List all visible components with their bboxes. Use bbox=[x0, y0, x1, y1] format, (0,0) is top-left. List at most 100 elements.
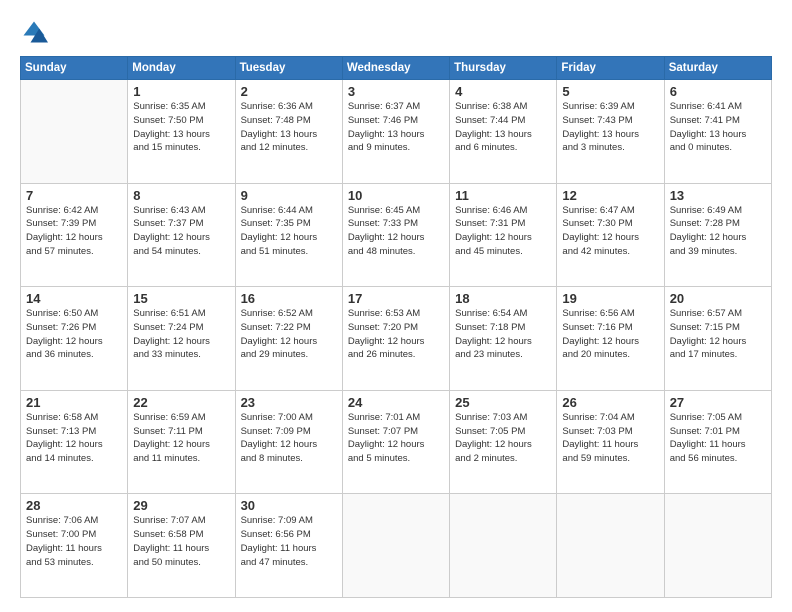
weekday-header-monday: Monday bbox=[128, 57, 235, 80]
day-number: 7 bbox=[26, 188, 122, 203]
day-cell: 23Sunrise: 7:00 AM Sunset: 7:09 PM Dayli… bbox=[235, 390, 342, 494]
logo-icon bbox=[20, 18, 48, 46]
day-info: Sunrise: 6:59 AM Sunset: 7:11 PM Dayligh… bbox=[133, 411, 229, 466]
day-info: Sunrise: 7:05 AM Sunset: 7:01 PM Dayligh… bbox=[670, 411, 766, 466]
day-cell: 18Sunrise: 6:54 AM Sunset: 7:18 PM Dayli… bbox=[450, 287, 557, 391]
day-info: Sunrise: 6:52 AM Sunset: 7:22 PM Dayligh… bbox=[241, 307, 337, 362]
day-number: 9 bbox=[241, 188, 337, 203]
day-number: 27 bbox=[670, 395, 766, 410]
day-cell: 14Sunrise: 6:50 AM Sunset: 7:26 PM Dayli… bbox=[21, 287, 128, 391]
day-cell bbox=[450, 494, 557, 598]
week-row-3: 14Sunrise: 6:50 AM Sunset: 7:26 PM Dayli… bbox=[21, 287, 772, 391]
day-cell: 30Sunrise: 7:09 AM Sunset: 6:56 PM Dayli… bbox=[235, 494, 342, 598]
day-info: Sunrise: 7:00 AM Sunset: 7:09 PM Dayligh… bbox=[241, 411, 337, 466]
day-info: Sunrise: 6:56 AM Sunset: 7:16 PM Dayligh… bbox=[562, 307, 658, 362]
day-cell bbox=[21, 80, 128, 184]
day-cell: 3Sunrise: 6:37 AM Sunset: 7:46 PM Daylig… bbox=[342, 80, 449, 184]
weekday-header-tuesday: Tuesday bbox=[235, 57, 342, 80]
day-info: Sunrise: 6:50 AM Sunset: 7:26 PM Dayligh… bbox=[26, 307, 122, 362]
day-info: Sunrise: 7:04 AM Sunset: 7:03 PM Dayligh… bbox=[562, 411, 658, 466]
day-info: Sunrise: 7:09 AM Sunset: 6:56 PM Dayligh… bbox=[241, 514, 337, 569]
weekday-header-thursday: Thursday bbox=[450, 57, 557, 80]
day-number: 22 bbox=[133, 395, 229, 410]
day-number: 20 bbox=[670, 291, 766, 306]
day-cell: 21Sunrise: 6:58 AM Sunset: 7:13 PM Dayli… bbox=[21, 390, 128, 494]
day-number: 15 bbox=[133, 291, 229, 306]
day-number: 14 bbox=[26, 291, 122, 306]
calendar: SundayMondayTuesdayWednesdayThursdayFrid… bbox=[20, 56, 772, 598]
day-number: 16 bbox=[241, 291, 337, 306]
day-number: 28 bbox=[26, 498, 122, 513]
day-cell: 19Sunrise: 6:56 AM Sunset: 7:16 PM Dayli… bbox=[557, 287, 664, 391]
day-info: Sunrise: 6:39 AM Sunset: 7:43 PM Dayligh… bbox=[562, 100, 658, 155]
day-cell: 2Sunrise: 6:36 AM Sunset: 7:48 PM Daylig… bbox=[235, 80, 342, 184]
day-cell: 22Sunrise: 6:59 AM Sunset: 7:11 PM Dayli… bbox=[128, 390, 235, 494]
weekday-header-saturday: Saturday bbox=[664, 57, 771, 80]
day-cell bbox=[342, 494, 449, 598]
header bbox=[20, 18, 772, 46]
day-info: Sunrise: 6:41 AM Sunset: 7:41 PM Dayligh… bbox=[670, 100, 766, 155]
day-cell: 1Sunrise: 6:35 AM Sunset: 7:50 PM Daylig… bbox=[128, 80, 235, 184]
day-info: Sunrise: 6:35 AM Sunset: 7:50 PM Dayligh… bbox=[133, 100, 229, 155]
day-cell: 16Sunrise: 6:52 AM Sunset: 7:22 PM Dayli… bbox=[235, 287, 342, 391]
week-row-5: 28Sunrise: 7:06 AM Sunset: 7:00 PM Dayli… bbox=[21, 494, 772, 598]
weekday-header-wednesday: Wednesday bbox=[342, 57, 449, 80]
day-number: 19 bbox=[562, 291, 658, 306]
day-info: Sunrise: 7:01 AM Sunset: 7:07 PM Dayligh… bbox=[348, 411, 444, 466]
day-cell: 13Sunrise: 6:49 AM Sunset: 7:28 PM Dayli… bbox=[664, 183, 771, 287]
day-info: Sunrise: 6:43 AM Sunset: 7:37 PM Dayligh… bbox=[133, 204, 229, 259]
day-info: Sunrise: 6:47 AM Sunset: 7:30 PM Dayligh… bbox=[562, 204, 658, 259]
day-cell: 20Sunrise: 6:57 AM Sunset: 7:15 PM Dayli… bbox=[664, 287, 771, 391]
day-info: Sunrise: 7:07 AM Sunset: 6:58 PM Dayligh… bbox=[133, 514, 229, 569]
day-cell: 26Sunrise: 7:04 AM Sunset: 7:03 PM Dayli… bbox=[557, 390, 664, 494]
day-cell: 7Sunrise: 6:42 AM Sunset: 7:39 PM Daylig… bbox=[21, 183, 128, 287]
day-cell: 4Sunrise: 6:38 AM Sunset: 7:44 PM Daylig… bbox=[450, 80, 557, 184]
day-number: 8 bbox=[133, 188, 229, 203]
day-cell: 12Sunrise: 6:47 AM Sunset: 7:30 PM Dayli… bbox=[557, 183, 664, 287]
weekday-header-row: SundayMondayTuesdayWednesdayThursdayFrid… bbox=[21, 57, 772, 80]
day-info: Sunrise: 6:49 AM Sunset: 7:28 PM Dayligh… bbox=[670, 204, 766, 259]
day-cell: 11Sunrise: 6:46 AM Sunset: 7:31 PM Dayli… bbox=[450, 183, 557, 287]
day-number: 18 bbox=[455, 291, 551, 306]
day-cell bbox=[557, 494, 664, 598]
day-number: 29 bbox=[133, 498, 229, 513]
day-cell: 24Sunrise: 7:01 AM Sunset: 7:07 PM Dayli… bbox=[342, 390, 449, 494]
day-number: 17 bbox=[348, 291, 444, 306]
day-number: 6 bbox=[670, 84, 766, 99]
weekday-header-friday: Friday bbox=[557, 57, 664, 80]
week-row-4: 21Sunrise: 6:58 AM Sunset: 7:13 PM Dayli… bbox=[21, 390, 772, 494]
day-info: Sunrise: 6:44 AM Sunset: 7:35 PM Dayligh… bbox=[241, 204, 337, 259]
day-number: 12 bbox=[562, 188, 658, 203]
day-info: Sunrise: 6:42 AM Sunset: 7:39 PM Dayligh… bbox=[26, 204, 122, 259]
day-info: Sunrise: 7:06 AM Sunset: 7:00 PM Dayligh… bbox=[26, 514, 122, 569]
day-cell: 25Sunrise: 7:03 AM Sunset: 7:05 PM Dayli… bbox=[450, 390, 557, 494]
day-info: Sunrise: 6:46 AM Sunset: 7:31 PM Dayligh… bbox=[455, 204, 551, 259]
day-number: 24 bbox=[348, 395, 444, 410]
day-number: 11 bbox=[455, 188, 551, 203]
day-number: 30 bbox=[241, 498, 337, 513]
day-info: Sunrise: 6:51 AM Sunset: 7:24 PM Dayligh… bbox=[133, 307, 229, 362]
page: SundayMondayTuesdayWednesdayThursdayFrid… bbox=[0, 0, 792, 612]
day-info: Sunrise: 7:03 AM Sunset: 7:05 PM Dayligh… bbox=[455, 411, 551, 466]
day-cell: 8Sunrise: 6:43 AM Sunset: 7:37 PM Daylig… bbox=[128, 183, 235, 287]
day-number: 23 bbox=[241, 395, 337, 410]
day-info: Sunrise: 6:54 AM Sunset: 7:18 PM Dayligh… bbox=[455, 307, 551, 362]
day-cell bbox=[664, 494, 771, 598]
day-number: 13 bbox=[670, 188, 766, 203]
day-cell: 9Sunrise: 6:44 AM Sunset: 7:35 PM Daylig… bbox=[235, 183, 342, 287]
day-info: Sunrise: 6:36 AM Sunset: 7:48 PM Dayligh… bbox=[241, 100, 337, 155]
day-cell: 27Sunrise: 7:05 AM Sunset: 7:01 PM Dayli… bbox=[664, 390, 771, 494]
day-cell: 10Sunrise: 6:45 AM Sunset: 7:33 PM Dayli… bbox=[342, 183, 449, 287]
day-cell: 15Sunrise: 6:51 AM Sunset: 7:24 PM Dayli… bbox=[128, 287, 235, 391]
logo bbox=[20, 18, 52, 46]
week-row-1: 1Sunrise: 6:35 AM Sunset: 7:50 PM Daylig… bbox=[21, 80, 772, 184]
day-info: Sunrise: 6:37 AM Sunset: 7:46 PM Dayligh… bbox=[348, 100, 444, 155]
day-number: 3 bbox=[348, 84, 444, 99]
day-number: 26 bbox=[562, 395, 658, 410]
day-number: 21 bbox=[26, 395, 122, 410]
day-info: Sunrise: 6:38 AM Sunset: 7:44 PM Dayligh… bbox=[455, 100, 551, 155]
day-cell: 17Sunrise: 6:53 AM Sunset: 7:20 PM Dayli… bbox=[342, 287, 449, 391]
day-info: Sunrise: 6:45 AM Sunset: 7:33 PM Dayligh… bbox=[348, 204, 444, 259]
weekday-header-sunday: Sunday bbox=[21, 57, 128, 80]
day-info: Sunrise: 6:53 AM Sunset: 7:20 PM Dayligh… bbox=[348, 307, 444, 362]
